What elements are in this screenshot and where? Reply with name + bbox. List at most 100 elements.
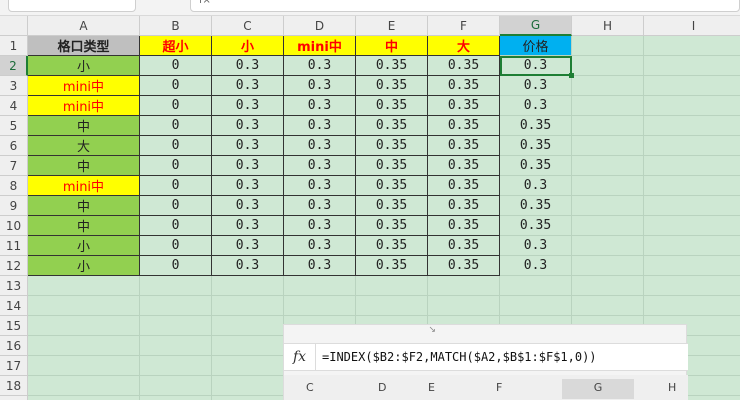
function-icon[interactable]: fx — [284, 344, 316, 370]
column-header-b[interactable]: B — [140, 16, 212, 36]
fill-handle[interactable] — [569, 73, 574, 78]
cell-c10[interactable]: 0.3 — [212, 216, 284, 236]
empty-cell[interactable] — [644, 236, 740, 256]
cell-c7[interactable]: 0.3 — [212, 156, 284, 176]
header-cell-c[interactable]: 小 — [212, 36, 284, 56]
empty-cell[interactable] — [212, 376, 284, 396]
row-header-9[interactable]: 9 — [0, 196, 28, 216]
row-header-16[interactable]: 16 — [0, 336, 28, 356]
header-cell-d[interactable]: mini中 — [284, 36, 356, 56]
empty-cell[interactable] — [572, 256, 644, 276]
empty-cell[interactable] — [572, 56, 644, 76]
cell-f9[interactable]: 0.35 — [428, 196, 500, 216]
empty-cell[interactable] — [28, 276, 140, 296]
column-header-c[interactable]: C — [212, 16, 284, 36]
empty-cell[interactable] — [572, 156, 644, 176]
empty-cell[interactable] — [572, 296, 644, 316]
empty-cell[interactable] — [428, 276, 500, 296]
empty-cell[interactable] — [500, 296, 572, 316]
row-header-19[interactable]: 19 — [0, 396, 28, 400]
empty-cell[interactable] — [28, 396, 140, 400]
cell-b3[interactable]: 0 — [140, 76, 212, 96]
row-header-5[interactable]: 5 — [0, 116, 28, 136]
cell-a8[interactable]: mini中 — [28, 176, 140, 196]
row-header-13[interactable]: 13 — [0, 276, 28, 296]
cell-e10[interactable]: 0.35 — [356, 216, 428, 236]
cell-f11[interactable]: 0.35 — [428, 236, 500, 256]
cell-b7[interactable]: 0 — [140, 156, 212, 176]
empty-cell[interactable] — [644, 276, 740, 296]
cell-b2[interactable]: 0 — [140, 56, 212, 76]
row-header-12[interactable]: 12 — [0, 256, 28, 276]
cell-e3[interactable]: 0.35 — [356, 76, 428, 96]
empty-cell[interactable] — [284, 296, 356, 316]
empty-cell[interactable] — [644, 296, 740, 316]
cell-a12[interactable]: 小 — [28, 256, 140, 276]
cell-d11[interactable]: 0.3 — [284, 236, 356, 256]
empty-cell[interactable] — [28, 336, 140, 356]
empty-cell[interactable] — [140, 376, 212, 396]
cell-b9[interactable]: 0 — [140, 196, 212, 216]
empty-cell[interactable] — [140, 296, 212, 316]
row-header-3[interactable]: 3 — [0, 76, 28, 96]
empty-cell[interactable] — [212, 316, 284, 336]
row-header-6[interactable]: 6 — [0, 136, 28, 156]
cell-b6[interactable]: 0 — [140, 136, 212, 156]
cell-c11[interactable]: 0.3 — [212, 236, 284, 256]
cell-e5[interactable]: 0.35 — [356, 116, 428, 136]
cell-e11[interactable]: 0.35 — [356, 236, 428, 256]
cell-d9[interactable]: 0.3 — [284, 196, 356, 216]
cell-g6[interactable]: 0.35 — [500, 136, 572, 156]
cell-c3[interactable]: 0.3 — [212, 76, 284, 96]
cell-a7[interactable]: 中 — [28, 156, 140, 176]
empty-cell[interactable] — [644, 56, 740, 76]
row-header-11[interactable]: 11 — [0, 236, 28, 256]
cell-b8[interactable]: 0 — [140, 176, 212, 196]
cell-c5[interactable]: 0.3 — [212, 116, 284, 136]
cell-d5[interactable]: 0.3 — [284, 116, 356, 136]
column-header-f[interactable]: F — [428, 16, 500, 36]
cell-a2[interactable]: 小 — [28, 56, 140, 76]
cell-f7[interactable]: 0.35 — [428, 156, 500, 176]
cell-c4[interactable]: 0.3 — [212, 96, 284, 116]
cell-d8[interactable]: 0.3 — [284, 176, 356, 196]
formula-text[interactable]: =INDEX($B2:$F2,MATCH($A2,$B$1:$F$1,0)) — [316, 350, 597, 364]
column-header-d[interactable]: D — [284, 16, 356, 36]
cell-c8[interactable]: 0.3 — [212, 176, 284, 196]
empty-cell[interactable] — [28, 296, 140, 316]
empty-cell[interactable] — [644, 156, 740, 176]
cell-c2[interactable]: 0.3 — [212, 56, 284, 76]
empty-cell[interactable] — [28, 376, 140, 396]
cell-g9[interactable]: 0.35 — [500, 196, 572, 216]
cell-g12[interactable]: 0.3 — [500, 256, 572, 276]
cell-g11[interactable]: 0.3 — [500, 236, 572, 256]
cell-g5[interactable]: 0.35 — [500, 116, 572, 136]
empty-cell[interactable] — [644, 196, 740, 216]
empty-cell[interactable] — [644, 216, 740, 236]
empty-cell[interactable] — [500, 276, 572, 296]
cell-f10[interactable]: 0.35 — [428, 216, 500, 236]
row-header-1[interactable]: 1 — [0, 36, 28, 56]
empty-cell[interactable] — [28, 356, 140, 376]
cell-c9[interactable]: 0.3 — [212, 196, 284, 216]
name-box[interactable] — [8, 0, 136, 12]
cell-f2[interactable]: 0.35 — [428, 56, 500, 76]
row-header-4[interactable]: 4 — [0, 96, 28, 116]
empty-cell[interactable] — [212, 336, 284, 356]
cell-f12[interactable]: 0.35 — [428, 256, 500, 276]
row-header-2[interactable]: 2 — [0, 56, 28, 76]
empty-cell[interactable] — [644, 256, 740, 276]
selected-cell-g2[interactable]: 0.3 — [500, 56, 572, 76]
header-cell-g[interactable]: 价格 — [500, 36, 572, 56]
row-header-14[interactable]: 14 — [0, 296, 28, 316]
cell-f8[interactable]: 0.35 — [428, 176, 500, 196]
cell-a6[interactable]: 大 — [28, 136, 140, 156]
column-header-g[interactable]: G — [500, 16, 572, 36]
cell-b10[interactable]: 0 — [140, 216, 212, 236]
cell-d6[interactable]: 0.3 — [284, 136, 356, 156]
empty-cell[interactable] — [572, 196, 644, 216]
column-header-e[interactable]: E — [356, 16, 428, 36]
empty-cell[interactable] — [572, 216, 644, 236]
empty-cell[interactable] — [644, 116, 740, 136]
empty-cell[interactable] — [572, 176, 644, 196]
